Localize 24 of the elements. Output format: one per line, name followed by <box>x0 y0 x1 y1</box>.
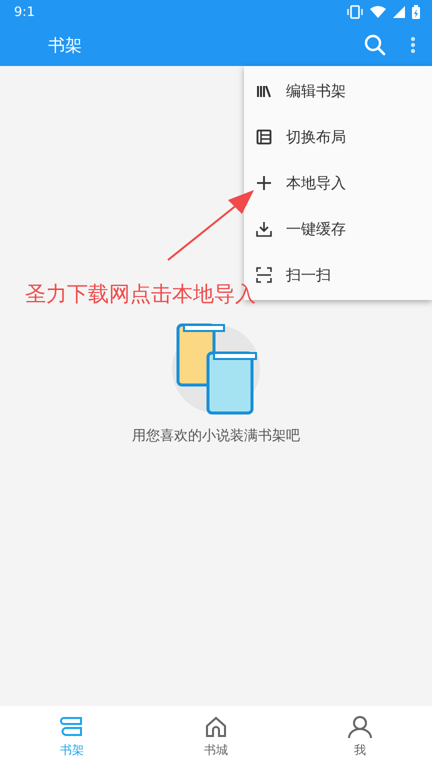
nav-tab[interactable]: 我 <box>288 706 432 768</box>
status-time: 9:1 <box>14 4 35 20</box>
menu-item[interactable]: 编辑书架 <box>244 68 432 114</box>
annotation-text: 圣力下载网点击本地导入 <box>25 281 256 308</box>
vibrate-icon <box>347 5 363 19</box>
books-icon <box>256 83 272 99</box>
scan-icon <box>256 267 272 283</box>
search-icon[interactable] <box>364 34 386 56</box>
layout-icon <box>256 129 272 145</box>
nav-tab[interactable]: 书城 <box>144 706 288 768</box>
more-icon[interactable] <box>410 36 416 54</box>
signal-icon <box>393 6 405 18</box>
battery-icon <box>412 5 420 19</box>
download-icon <box>256 221 272 237</box>
menu-item[interactable]: 切换布局 <box>244 114 432 160</box>
empty-message: 用您喜欢的小说装满书架吧 <box>132 427 300 445</box>
menu-item[interactable]: 一键缓存 <box>244 206 432 252</box>
menu-item[interactable]: 本地导入 <box>244 160 432 206</box>
books-icon <box>60 715 84 739</box>
toolbar-title: 书架 <box>47 34 83 56</box>
person-icon <box>348 715 372 739</box>
home-icon <box>204 715 228 739</box>
plus-icon <box>256 175 272 191</box>
wifi-icon <box>370 6 386 18</box>
